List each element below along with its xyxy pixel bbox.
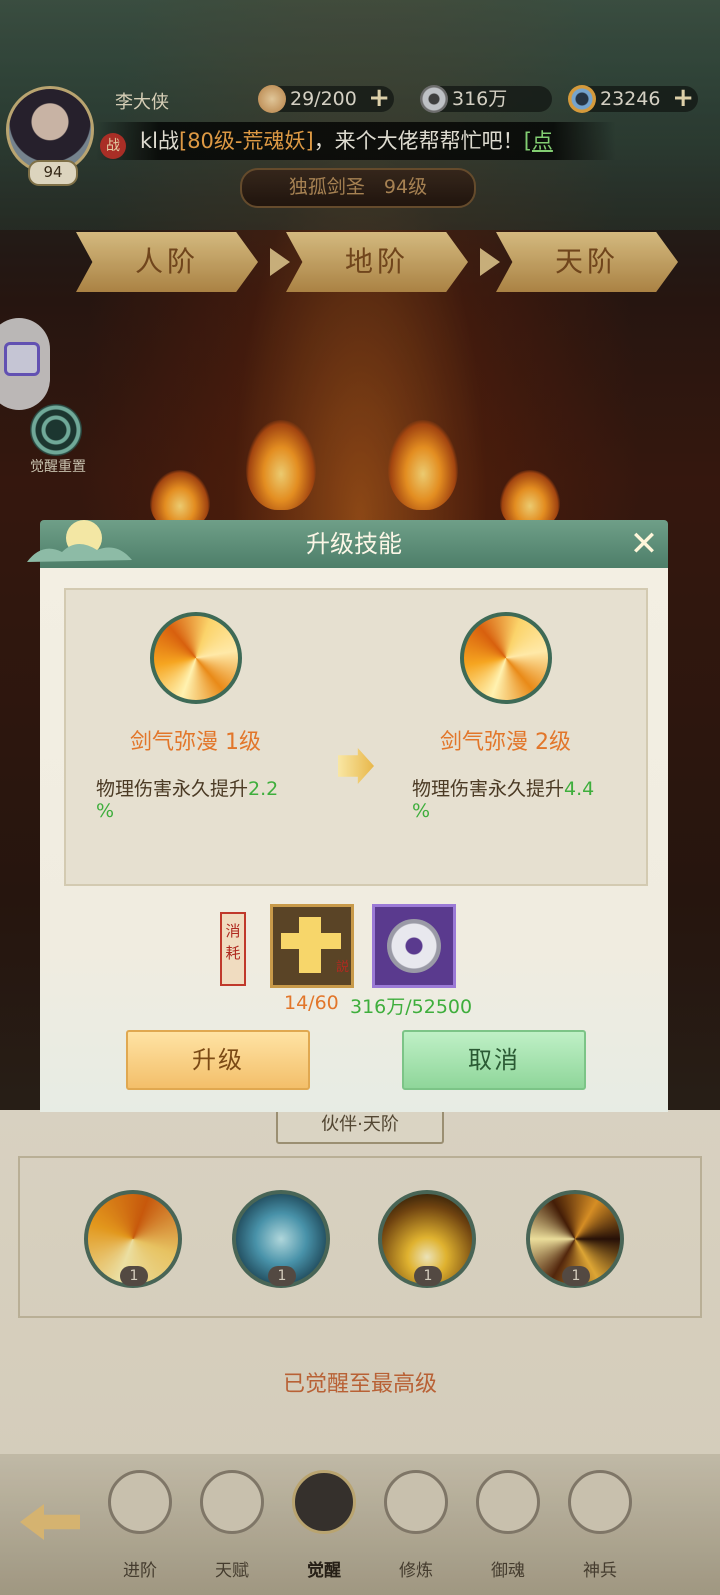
next-skill-effect: 物理伤害永久提升4.4% — [412, 778, 622, 822]
effect-value: 4.4 — [564, 778, 595, 800]
current-skill-effect: 物理伤害永久提升2.2% — [96, 778, 306, 822]
close-icon[interactable]: ✕ — [624, 524, 664, 564]
cost-label: 消耗 — [220, 912, 246, 986]
skill-manual-item[interactable]: 説 — [270, 904, 354, 988]
upgrade-skill-dialog: 升级技能 ✕ 剑气弥漫 1级 物理伤害永久提升2.2% 剑气弥漫 2级 物理伤害… — [27, 520, 668, 1112]
manual-badge: 説 — [335, 960, 349, 975]
effect-text: 物理伤害永久提升 — [412, 778, 565, 800]
copper-coin-icon — [387, 919, 441, 973]
current-skill-name: 剑气弥漫 1级 — [130, 730, 261, 755]
manual-cost-amount: 14/60 — [284, 992, 339, 1014]
sword-qi-skill-icon — [460, 612, 552, 704]
effect-unit: % — [96, 800, 115, 822]
effect-value: 2.2 — [248, 778, 279, 800]
cancel-button[interactable]: 取消 — [402, 1030, 586, 1090]
copper-coin-item[interactable] — [372, 904, 456, 988]
effect-text: 物理伤害永久提升 — [96, 778, 249, 800]
sword-qi-skill-icon — [150, 612, 242, 704]
dialog-title: 升级技能 — [306, 530, 402, 558]
upgrade-button[interactable]: 升级 — [126, 1030, 310, 1090]
manual-icon-bar — [281, 933, 341, 949]
next-skill-name: 剑气弥漫 2级 — [440, 730, 571, 755]
coin-cost-amount: 316万/52500 — [350, 996, 473, 1018]
effect-unit: % — [412, 800, 431, 822]
dialog-body: 剑气弥漫 1级 物理伤害永久提升2.2% 剑气弥漫 2级 物理伤害永久提升4.4… — [40, 568, 668, 1112]
